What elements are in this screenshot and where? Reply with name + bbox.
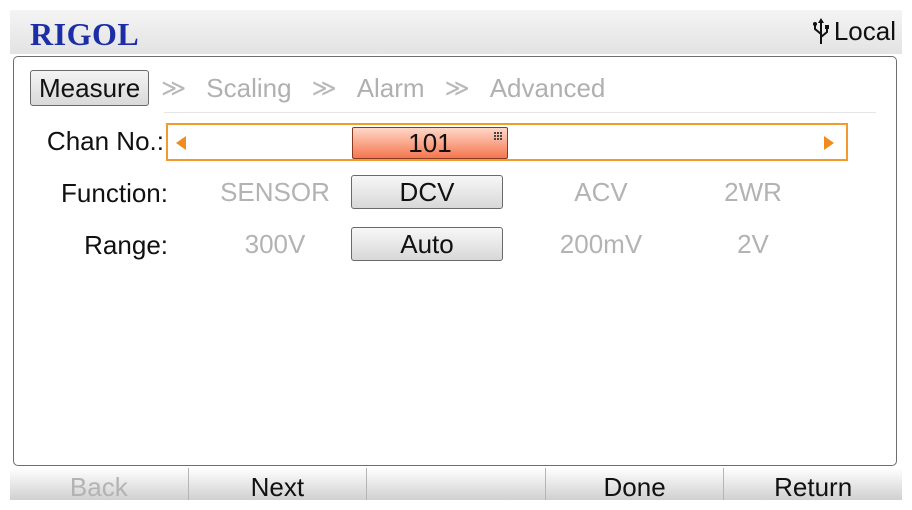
- instrument-screen: RIGOL Local Measure ≫ Scaling ≫ Alarm ≫ …: [10, 10, 902, 500]
- next-button[interactable]: Next: [188, 468, 368, 500]
- back-button[interactable]: Back: [10, 468, 189, 500]
- function-row: Function: SENSOR DCV ACV 2WR: [14, 173, 896, 213]
- channel-label: Chan No.:: [46, 126, 164, 156]
- function-option-dcv[interactable]: DCV: [351, 175, 503, 209]
- chevron-right-icon: ≫: [161, 74, 187, 102]
- channel-row: Chan No.: 101: [14, 121, 896, 161]
- softkey-bar: Back Next Done Return: [10, 468, 902, 500]
- status-indicator: Local: [812, 16, 896, 47]
- remote-status-label: Local: [833, 16, 896, 46]
- usb-icon: [812, 17, 829, 44]
- keypad-icon: [494, 132, 502, 140]
- function-option-acv[interactable]: ACV: [526, 175, 676, 209]
- function-option-sensor[interactable]: SENSOR: [200, 175, 350, 209]
- divider: [164, 112, 876, 113]
- range-label: Range:: [84, 230, 168, 260]
- measure-panel: Measure ≫ Scaling ≫ Alarm ≫ Advanced Cha…: [13, 56, 897, 466]
- range-option-300v[interactable]: 300V: [200, 227, 350, 261]
- channel-selector[interactable]: 101: [166, 123, 848, 161]
- tab-measure[interactable]: Measure: [30, 70, 150, 106]
- range-row: Range: 300V Auto 200mV 2V: [14, 225, 896, 265]
- function-label: Function:: [61, 178, 168, 208]
- arrow-left-icon[interactable]: [176, 136, 186, 150]
- header-bar: RIGOL Local: [10, 10, 902, 54]
- function-option-2wr[interactable]: 2WR: [678, 175, 828, 209]
- arrow-right-icon[interactable]: [824, 136, 834, 150]
- chevron-right-icon: ≫: [444, 74, 470, 102]
- tab-advanced[interactable]: Advanced: [482, 71, 614, 105]
- channel-value[interactable]: 101: [352, 127, 508, 159]
- done-button[interactable]: Done: [545, 468, 725, 500]
- empty-softkey[interactable]: [367, 468, 546, 500]
- return-button[interactable]: Return: [724, 468, 902, 500]
- tab-bar: Measure ≫ Scaling ≫ Alarm ≫ Advanced: [30, 70, 613, 106]
- range-option-auto[interactable]: Auto: [351, 227, 503, 261]
- tab-scaling[interactable]: Scaling: [198, 71, 299, 105]
- range-option-2v[interactable]: 2V: [678, 227, 828, 261]
- tab-alarm[interactable]: Alarm: [349, 71, 433, 105]
- rigol-logo: RIGOL: [30, 16, 140, 52]
- range-option-200mv[interactable]: 200mV: [526, 227, 676, 261]
- channel-number: 101: [408, 128, 452, 158]
- chevron-right-icon: ≫: [311, 74, 337, 102]
